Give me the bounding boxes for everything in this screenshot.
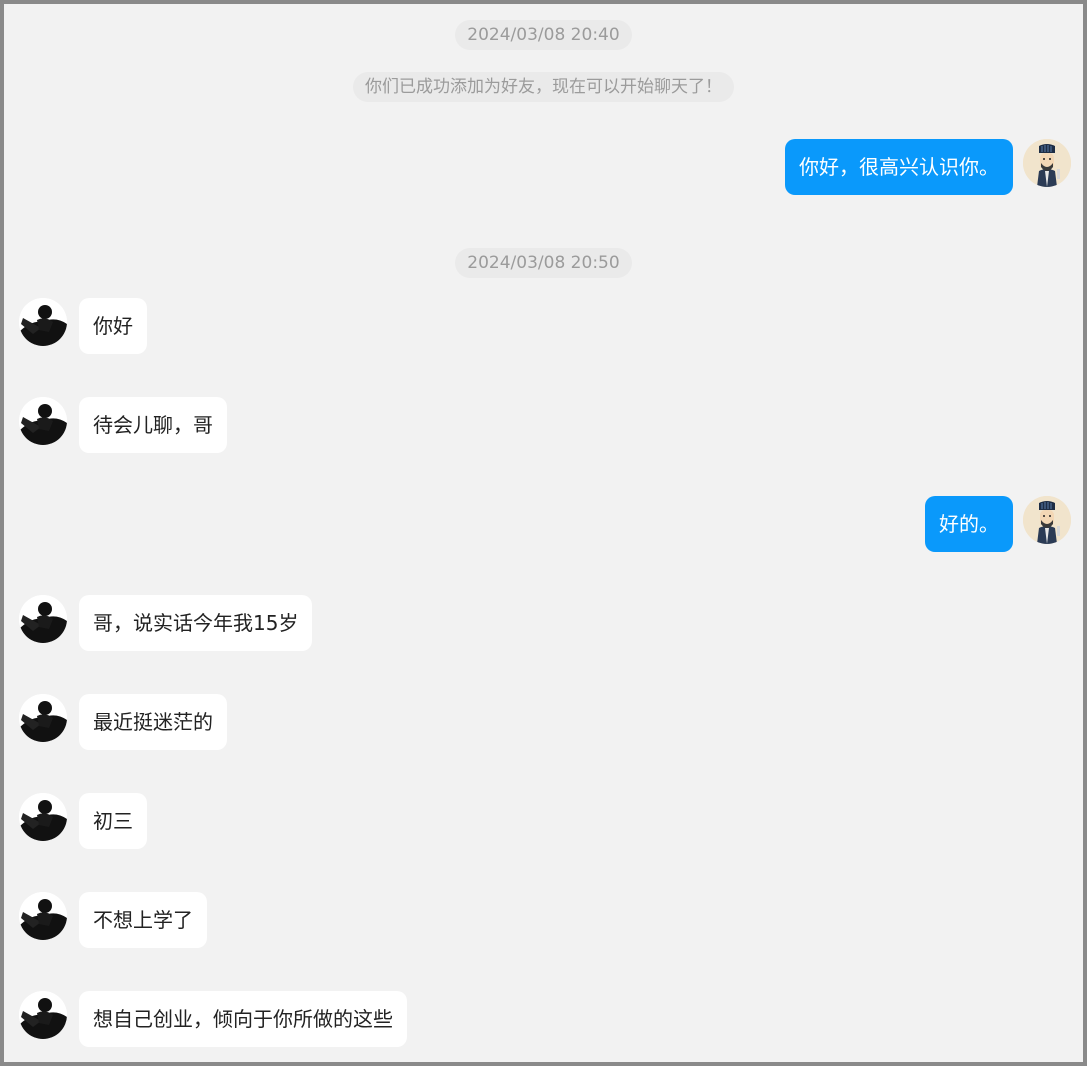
message-bubble-received[interactable]: 想自己创业，倾向于你所做的这些 — [79, 991, 407, 1047]
message-bubble-sent[interactable]: 你好，很高兴认识你。 — [785, 139, 1013, 195]
timestamp-label: 2024/03/08 20:50 — [455, 248, 632, 278]
message-row: 你好，很高兴认识你。 — [4, 139, 1083, 197]
message-row: 你好 — [4, 298, 1083, 356]
silhouette-avatar-icon — [19, 991, 67, 1039]
message-bubble-sent[interactable]: 好的。 — [925, 496, 1013, 552]
silhouette-avatar-icon — [19, 694, 67, 742]
silhouette-avatar-icon — [19, 298, 67, 346]
message-row: 哥，说实话今年我15岁 — [4, 595, 1083, 653]
message-row: 好的。 — [4, 496, 1083, 554]
timestamp-divider: 2024/03/08 20:50 — [4, 248, 1083, 278]
contact-avatar[interactable] — [19, 397, 67, 445]
message-bubble-received[interactable]: 最近挺迷茫的 — [79, 694, 227, 750]
silhouette-avatar-icon — [19, 793, 67, 841]
message-row: 初三 — [4, 793, 1083, 851]
my-avatar[interactable] — [1023, 496, 1071, 544]
message-bubble-received[interactable]: 初三 — [79, 793, 147, 849]
contact-avatar[interactable] — [19, 595, 67, 643]
timestamp-divider: 2024/03/08 20:40 — [4, 20, 1083, 50]
message-row: 待会儿聊，哥 — [4, 397, 1083, 455]
silhouette-avatar-icon — [19, 595, 67, 643]
chat-window: 2024/03/08 20:40 你们已成功添加为好友，现在可以开始聊天了！ 你… — [0, 0, 1087, 1066]
message-bubble-received[interactable]: 哥，说实话今年我15岁 — [79, 595, 313, 651]
message-row: 不想上学了 — [4, 892, 1083, 950]
scholar-avatar-icon — [1023, 139, 1071, 187]
contact-avatar[interactable] — [19, 892, 67, 940]
contact-avatar[interactable] — [19, 298, 67, 346]
contact-avatar[interactable] — [19, 694, 67, 742]
message-row: 想自己创业，倾向于你所做的这些 — [4, 991, 1083, 1049]
scholar-avatar-icon — [1023, 496, 1071, 544]
my-avatar[interactable] — [1023, 139, 1071, 187]
contact-avatar[interactable] — [19, 991, 67, 1039]
system-notice: 你们已成功添加为好友，现在可以开始聊天了！ — [4, 72, 1083, 102]
silhouette-avatar-icon — [19, 892, 67, 940]
timestamp-label: 2024/03/08 20:40 — [455, 20, 632, 50]
message-bubble-received[interactable]: 你好 — [79, 298, 147, 354]
message-bubble-received[interactable]: 待会儿聊，哥 — [79, 397, 227, 453]
message-bubble-received[interactable]: 不想上学了 — [79, 892, 207, 948]
system-notice-text: 你们已成功添加为好友，现在可以开始聊天了！ — [353, 72, 734, 102]
silhouette-avatar-icon — [19, 397, 67, 445]
contact-avatar[interactable] — [19, 793, 67, 841]
message-row: 最近挺迷茫的 — [4, 694, 1083, 752]
